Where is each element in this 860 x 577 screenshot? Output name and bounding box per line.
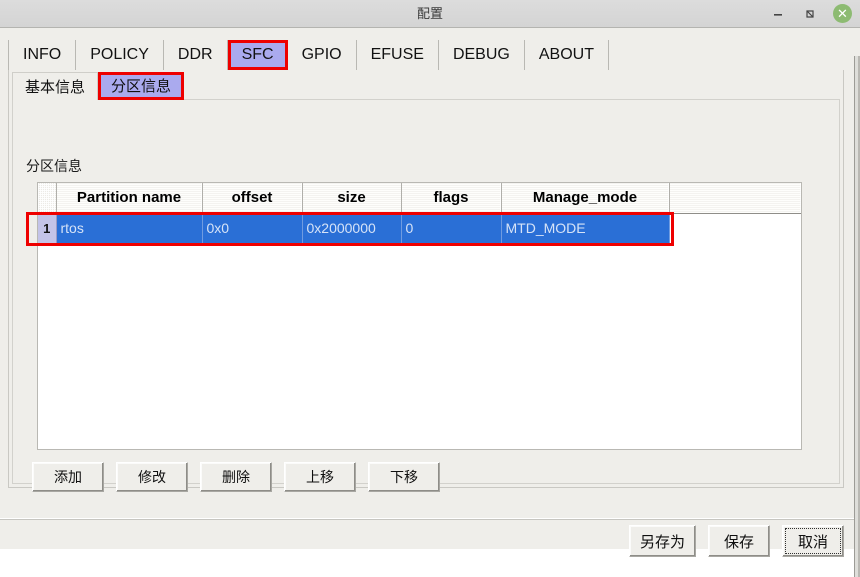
partition-action-bar: 添加 修改 删除 上移 下移 [32, 462, 440, 492]
column-header-offset[interactable]: offset [202, 183, 303, 214]
cell-flags[interactable]: 0 [401, 213, 502, 243]
subtab-basic-info[interactable]: 基本信息 [12, 72, 99, 100]
table-row[interactable]: 1 rtos 0x0 0x2000000 0 MTD_MODE [38, 213, 801, 243]
column-header-filler [669, 183, 801, 214]
tab-ddr[interactable]: DDR [163, 40, 228, 70]
cancel-button[interactable]: 取消 [782, 525, 844, 557]
window-title: 配置 [416, 6, 443, 21]
main-tab-strip: INFO POLICY DDR SFC GPIO EFUSE DEBUG ABO… [8, 40, 609, 70]
close-icon[interactable]: ✕ [833, 4, 852, 23]
tab-about[interactable]: ABOUT [524, 40, 609, 70]
table-corner-header[interactable] [38, 183, 57, 214]
title-bar: 配置 ✕ [0, 0, 860, 28]
column-header-manage-mode[interactable]: Manage_mode [501, 183, 670, 214]
column-header-flags[interactable]: flags [401, 183, 502, 214]
config-window: 配置 ✕ INFO POLICY DDR SFC GPIO EFUSE DEBU… [0, 0, 860, 577]
tab-info[interactable]: INFO [8, 40, 77, 70]
content-frame: INFO POLICY DDR SFC GPIO EFUSE DEBUG ABO… [0, 28, 860, 577]
save-as-button[interactable]: 另存为 [628, 525, 696, 557]
partition-info-label: 分区信息 [26, 158, 82, 174]
partition-table[interactable]: Partition name offset size flags Manage_… [37, 182, 802, 450]
table-header-row: Partition name offset size flags Manage_… [38, 183, 801, 214]
move-up-button[interactable]: 上移 [284, 462, 356, 492]
tab-debug[interactable]: DEBUG [438, 40, 525, 70]
tab-gpio[interactable]: GPIO [287, 40, 357, 70]
sub-tab-strip: 基本信息 分区信息 [12, 72, 185, 100]
cell-filler [669, 213, 801, 243]
move-down-button[interactable]: 下移 [368, 462, 440, 492]
minimize-icon[interactable] [769, 5, 787, 23]
save-button[interactable]: 保存 [708, 525, 770, 557]
cell-manage-mode[interactable]: MTD_MODE [501, 213, 670, 243]
restore-icon[interactable] [801, 5, 819, 23]
tab-policy[interactable]: POLICY [76, 40, 164, 70]
cell-offset[interactable]: 0x0 [202, 213, 303, 243]
cell-size[interactable]: 0x2000000 [302, 213, 402, 243]
column-header-size[interactable]: size [302, 183, 402, 214]
footer-separator [0, 518, 860, 520]
row-number[interactable]: 1 [38, 213, 57, 243]
modify-button[interactable]: 修改 [116, 462, 188, 492]
delete-button[interactable]: 删除 [200, 462, 272, 492]
tab-sfc[interactable]: SFC [227, 40, 288, 70]
cell-partition-name[interactable]: rtos [56, 213, 203, 243]
window-controls: ✕ [769, 0, 852, 27]
add-button[interactable]: 添加 [32, 462, 104, 492]
column-header-partition-name[interactable]: Partition name [56, 183, 203, 214]
tab-efuse[interactable]: EFUSE [356, 40, 439, 70]
subtab-partition-info[interactable]: 分区信息 [98, 72, 185, 100]
dialog-button-bar: 另存为 保存 取消 [628, 525, 844, 557]
